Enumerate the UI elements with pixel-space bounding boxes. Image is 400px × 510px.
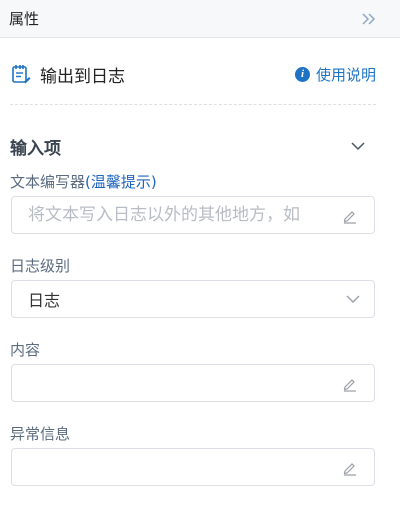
info-icon: i xyxy=(294,66,310,82)
text-writer-input[interactable] xyxy=(28,205,342,225)
log-output-icon xyxy=(10,63,32,85)
double-chevron-right-icon xyxy=(362,12,376,25)
edit-pen-icon[interactable] xyxy=(342,460,358,476)
exception-label: 异常信息 xyxy=(10,425,71,443)
node-heading: 输出到日志 xyxy=(10,62,125,87)
usage-help-link[interactable]: i 使用说明 xyxy=(294,64,376,85)
node-title-row: 输出到日志 i 使用说明 xyxy=(10,60,376,88)
log-level-label: 日志级别 xyxy=(10,257,71,275)
text-writer-field xyxy=(11,196,375,234)
section-title: 输入项 xyxy=(10,138,61,159)
content-label: 内容 xyxy=(10,341,41,359)
panel-header: 属性 xyxy=(0,0,400,38)
chevron-down-icon[interactable] xyxy=(350,138,366,154)
friendly-tip-link[interactable]: (温馨提示) xyxy=(85,173,157,191)
edit-pen-icon[interactable] xyxy=(342,208,358,224)
usage-help-label: 使用说明 xyxy=(315,65,376,84)
node-title: 输出到日志 xyxy=(40,66,125,87)
collapse-panel-button[interactable] xyxy=(360,10,378,28)
content-field xyxy=(11,364,375,402)
exception-input[interactable] xyxy=(28,457,342,477)
chevron-down-icon xyxy=(346,295,360,303)
edit-pen-icon[interactable] xyxy=(342,376,358,392)
content-input[interactable] xyxy=(28,373,342,393)
text-writer-label-row: 文本编写器(温馨提示) xyxy=(10,171,157,192)
input-section-header[interactable]: 输入项 xyxy=(10,134,366,159)
log-level-select[interactable]: 日志 xyxy=(11,280,375,318)
divider xyxy=(10,104,376,105)
text-writer-label: 文本编写器 xyxy=(10,173,86,191)
log-level-value: 日志 xyxy=(28,291,61,310)
panel-title: 属性 xyxy=(9,10,40,28)
exception-field xyxy=(11,448,375,486)
